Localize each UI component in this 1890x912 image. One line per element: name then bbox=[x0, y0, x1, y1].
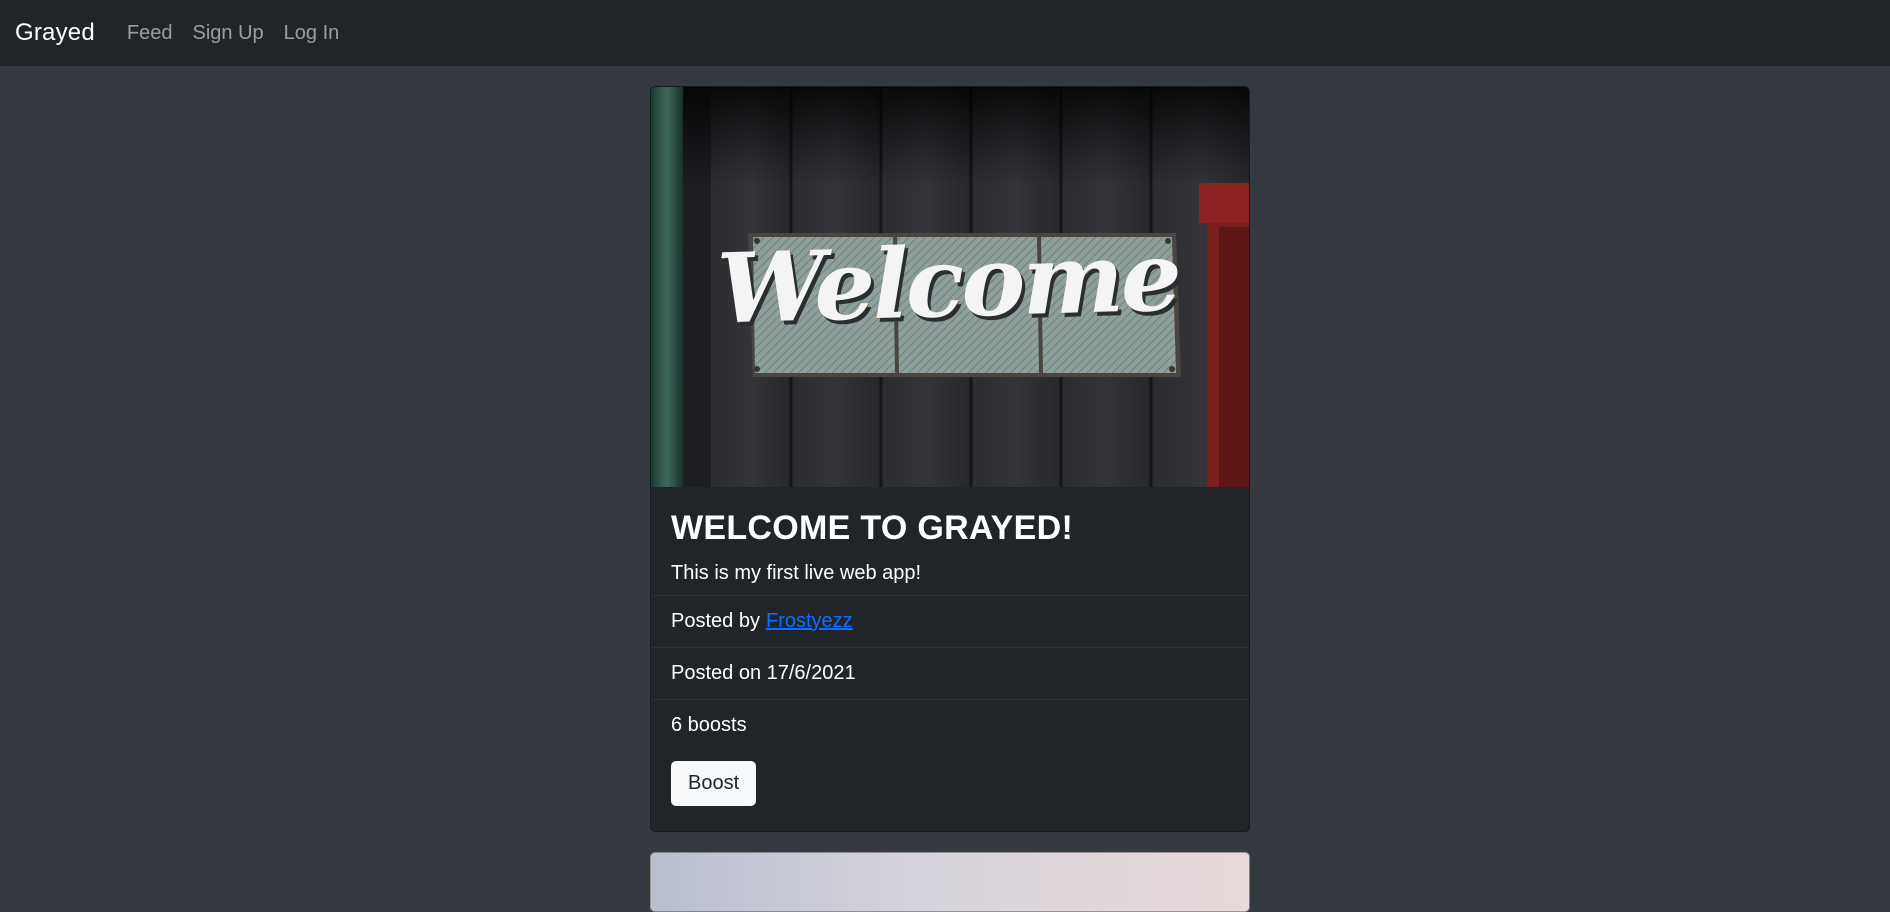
next-post-image bbox=[651, 853, 1249, 911]
nav-link-feed[interactable]: Feed bbox=[117, 22, 183, 45]
post-card: Welcome WELCOME TO GRAYED! This is my fi… bbox=[650, 86, 1250, 832]
post-footer: Boost bbox=[651, 751, 1249, 816]
post-title: WELCOME TO GRAYED! bbox=[671, 509, 1074, 547]
navbar: Grayed Feed Sign Up Log In bbox=[0, 0, 1890, 66]
posted-on-row: Posted on 17/6/2021 bbox=[651, 647, 1249, 699]
brand-link[interactable]: Grayed bbox=[15, 19, 95, 47]
post-body: WELCOME TO GRAYED! This is my first live… bbox=[651, 487, 1249, 595]
posted-on-text: Posted on 17/6/2021 bbox=[671, 662, 856, 684]
welcome-sign-text: Welcome bbox=[715, 219, 1181, 345]
boost-count: 6 boosts bbox=[671, 714, 747, 736]
posted-by-label: Posted by bbox=[671, 610, 760, 632]
post-image: Welcome bbox=[651, 87, 1249, 487]
nav-link-log-in[interactable]: Log In bbox=[274, 22, 350, 45]
posted-by-row: Posted by Frostyezz bbox=[651, 595, 1249, 647]
boost-button[interactable]: Boost bbox=[671, 761, 757, 806]
nav-link-sign-up[interactable]: Sign Up bbox=[183, 22, 274, 45]
post-text: This is my first live web app! bbox=[671, 562, 922, 584]
author-link[interactable]: Frostyezz bbox=[766, 610, 853, 633]
boosts-row: 6 boosts bbox=[651, 699, 1249, 751]
next-post-card bbox=[650, 852, 1250, 912]
